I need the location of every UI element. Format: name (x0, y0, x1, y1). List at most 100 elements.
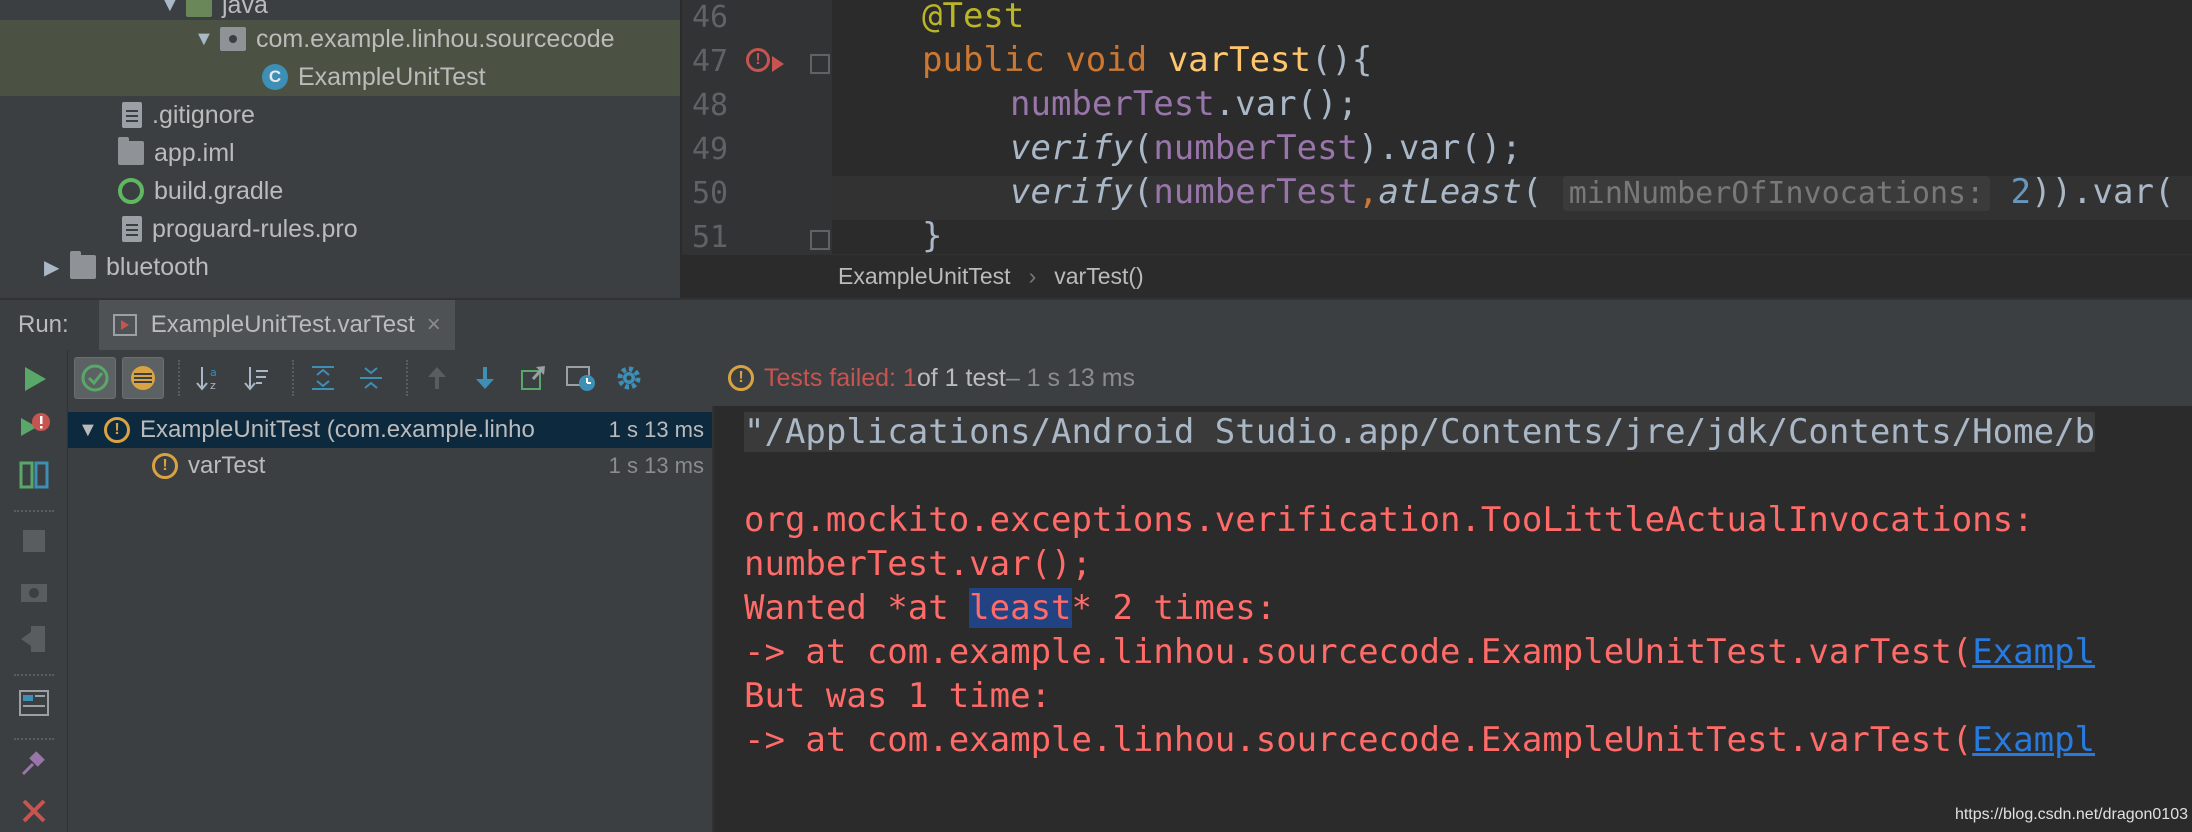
run-tool-window-header: Run: ExampleUnitTest.varTest × (0, 298, 2192, 350)
class-icon: C (262, 64, 288, 90)
play-icon (25, 367, 46, 391)
parameter-hint: minNumberOfInvocations: (1562, 176, 1991, 211)
tests-failed-label: Tests failed: 1 (764, 363, 917, 392)
export-results-button[interactable] (512, 357, 554, 399)
project-tree[interactable]: ▼ java ▼ com.example.linhou.sourcecode C… (0, 0, 680, 298)
test-node-class[interactable]: ▼ ! ExampleUnitTest (com.example.linho 1… (68, 412, 712, 448)
test-failed-icon: ! (104, 417, 130, 443)
chevron-down-icon[interactable]: ▼ (78, 419, 104, 442)
auto-test-icon (19, 461, 49, 489)
source-link[interactable]: Exampl (1972, 720, 2095, 760)
dump-threads-button[interactable] (17, 574, 51, 608)
rerun-failed-button[interactable] (17, 410, 51, 444)
rerun-button[interactable] (17, 362, 51, 396)
chevron-right-icon[interactable]: ▶ (44, 255, 70, 280)
console-wanted: Wanted *at least* 2 times: (744, 588, 1277, 628)
test-node-var-test[interactable]: ! varTest 1 s 13 ms (68, 448, 712, 484)
settings-button[interactable] (608, 357, 650, 399)
console-but-was: But was 1 time: (744, 676, 1052, 716)
tab-label: ExampleUnitTest.varTest (150, 311, 415, 338)
sort-by-duration-button[interactable] (236, 357, 278, 399)
svg-text:a: a (210, 366, 217, 379)
tree-item-app-iml[interactable]: app.iml (0, 134, 680, 172)
show-ignored-button[interactable] (122, 357, 164, 399)
tree-item-label: .gitignore (152, 100, 255, 129)
file-icon (122, 102, 142, 128)
exit-icon (21, 626, 45, 652)
tree-item-gitignore[interactable]: .gitignore (0, 96, 680, 134)
source-link[interactable]: Exampl (1972, 632, 2095, 672)
expand-all-button[interactable] (302, 357, 344, 399)
test-status-bar: ! Tests failed: 1 of 1 test – 1 s 13 ms (712, 350, 2192, 406)
console-stack-line-2: -> at com.example.linhou.sourcecode.Exam… (744, 720, 2096, 760)
tree-item-label: com.example.linhou.sourcecode (256, 24, 615, 53)
tree-item-build-gradle[interactable]: build.gradle (0, 172, 680, 210)
code-line-49: verify(numberTest).var(); (1010, 128, 1522, 168)
previous-failed-button[interactable] (416, 357, 458, 399)
test-duration: 1 s 13 ms (608, 417, 704, 442)
console-stack-line-1: -> at com.example.linhou.sourcecode.Exam… (744, 632, 2096, 672)
expand-all-icon (312, 366, 334, 390)
stop-button[interactable] (17, 524, 51, 558)
tree-item-label: build.gradle (154, 176, 284, 205)
layout-icon (19, 690, 49, 716)
tests-total-label: of 1 test (916, 363, 1006, 392)
toggle-auto-test-button[interactable] (17, 458, 51, 492)
test-results-panel: az ▼ ! ExampleUnitTest (com.example.linh… (68, 350, 712, 832)
arrow-down-icon (476, 367, 494, 389)
test-failed-icon: ! (152, 453, 178, 479)
svg-text:z: z (210, 379, 216, 392)
console-exception: org.mockito.exceptions.verification.TooL… (744, 500, 2034, 540)
line-number: 46 (692, 0, 729, 35)
camera-icon (21, 584, 47, 602)
stop-icon (23, 530, 45, 552)
tree-item-label: bluetooth (106, 252, 209, 281)
tree-item-bluetooth[interactable]: ▶ bluetooth (0, 248, 680, 286)
next-failed-button[interactable] (464, 357, 506, 399)
close-icon (22, 799, 46, 823)
editor-gutter[interactable]: 46 47 48 49 50 51 ! (682, 0, 832, 254)
gear-icon (617, 366, 641, 390)
run-gutter-icon[interactable] (772, 56, 784, 72)
package-icon (220, 27, 246, 51)
test-node-label: ExampleUnitTest (com.example.linho (140, 416, 535, 443)
run-side-toolbar (0, 350, 68, 832)
breadcrumb: ExampleUnitTest › varTest() (682, 254, 2192, 298)
line-number: 49 (692, 132, 729, 167)
file-icon (122, 216, 142, 242)
tree-item-example-unit-test[interactable]: C ExampleUnitTest (0, 58, 680, 96)
code-line-50: verify(numberTest,atLeast( minNumberOfIn… (1010, 172, 2175, 212)
close-run-button[interactable] (17, 794, 51, 828)
sort-alpha-icon: az (196, 366, 217, 392)
show-passed-button[interactable] (74, 357, 116, 399)
arrow-up-icon (428, 367, 446, 389)
test-history-button[interactable] (560, 357, 602, 399)
console-output[interactable]: "/Applications/Android Studio.app/Conten… (712, 406, 2192, 832)
tab-example-unit-test-var-test[interactable]: ExampleUnitTest.varTest × (98, 300, 455, 350)
tree-item-label: ExampleUnitTest (298, 62, 486, 91)
test-duration: 1 s 13 ms (608, 453, 704, 478)
console-call: numberTest.var(); (744, 544, 1092, 584)
close-icon[interactable]: × (427, 311, 441, 339)
restore-layout-button[interactable] (17, 686, 51, 720)
breadcrumb-class[interactable]: ExampleUnitTest (838, 263, 1011, 290)
tree-item-proguard[interactable]: proguard-rules.pro (0, 210, 680, 248)
pin-tab-button[interactable] (17, 746, 51, 780)
sort-alphabetically-button[interactable]: az (188, 357, 230, 399)
tree-item-package[interactable]: ▼ com.example.linhou.sourcecode (0, 20, 680, 58)
chevron-down-icon[interactable]: ▼ (160, 0, 186, 17)
chevron-down-icon[interactable]: ▼ (194, 28, 220, 51)
tests-duration-label: – 1 s 13 ms (1005, 363, 1136, 392)
breadcrumb-method[interactable]: varTest() (1054, 263, 1143, 290)
history-icon (566, 366, 595, 391)
code-line-46: @Test (922, 0, 1025, 36)
collapse-all-button[interactable] (350, 357, 392, 399)
code-editor[interactable]: 46 47 48 49 50 51 ! @Test public void va… (682, 0, 2192, 254)
gradle-icon (118, 178, 144, 204)
line-number: 48 (692, 88, 729, 123)
test-node-label: varTest (188, 452, 266, 479)
exit-button[interactable] (17, 622, 51, 656)
test-failed-icon[interactable]: ! (746, 48, 770, 72)
fold-icon[interactable] (810, 54, 830, 74)
fold-icon[interactable] (810, 230, 830, 250)
